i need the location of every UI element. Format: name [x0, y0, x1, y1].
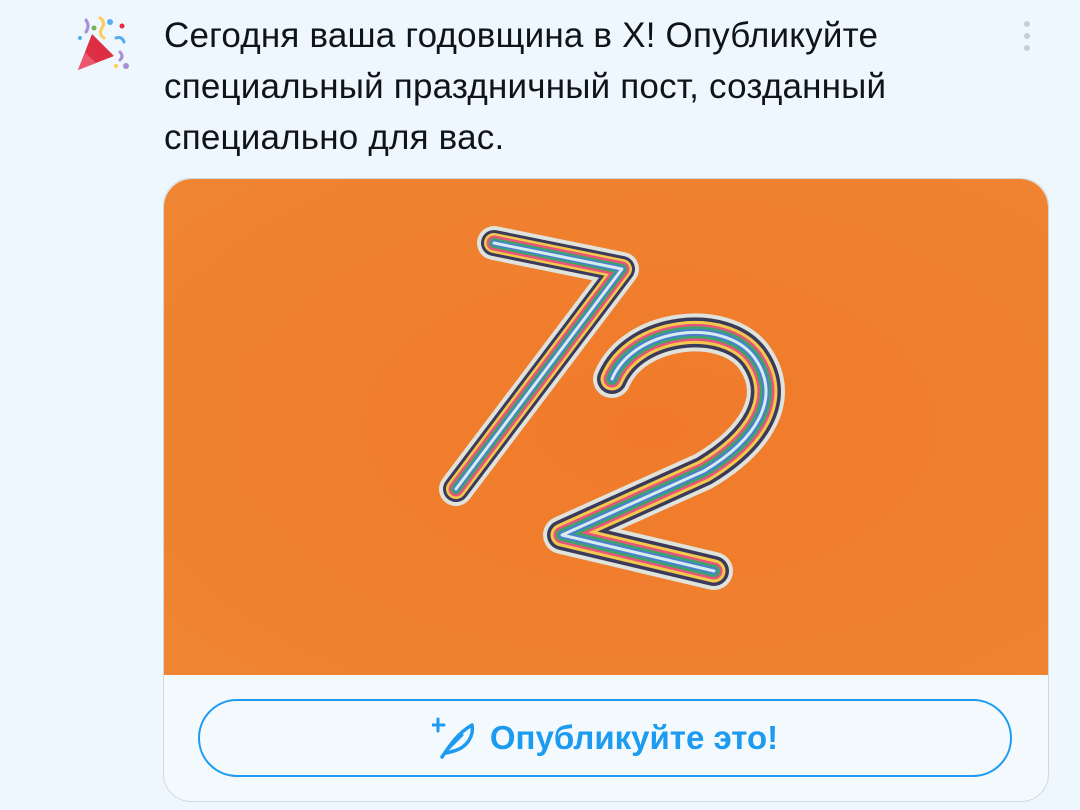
post-it-button-label: Опубликуйте это!: [489, 719, 779, 756]
anniversary-card: Опубликуйте это!: [163, 178, 1049, 802]
more-vertical-icon-dot: [1024, 45, 1030, 51]
compose-plus-feather-icon: [431, 717, 474, 759]
post-it-button[interactable]: Опубликуйте это!: [198, 699, 1012, 777]
anniversary-12-illustration: [164, 179, 1048, 675]
notification-text: Сегодня ваша годовщина в X! Опубликуйте …: [164, 16, 887, 157]
more-vertical-icon-dot: [1024, 33, 1030, 39]
party-popper-icon: [72, 12, 134, 74]
more-vertical-icon: [1024, 21, 1030, 27]
anniversary-image[interactable]: [164, 179, 1048, 675]
more-options-button[interactable]: [1012, 16, 1042, 56]
